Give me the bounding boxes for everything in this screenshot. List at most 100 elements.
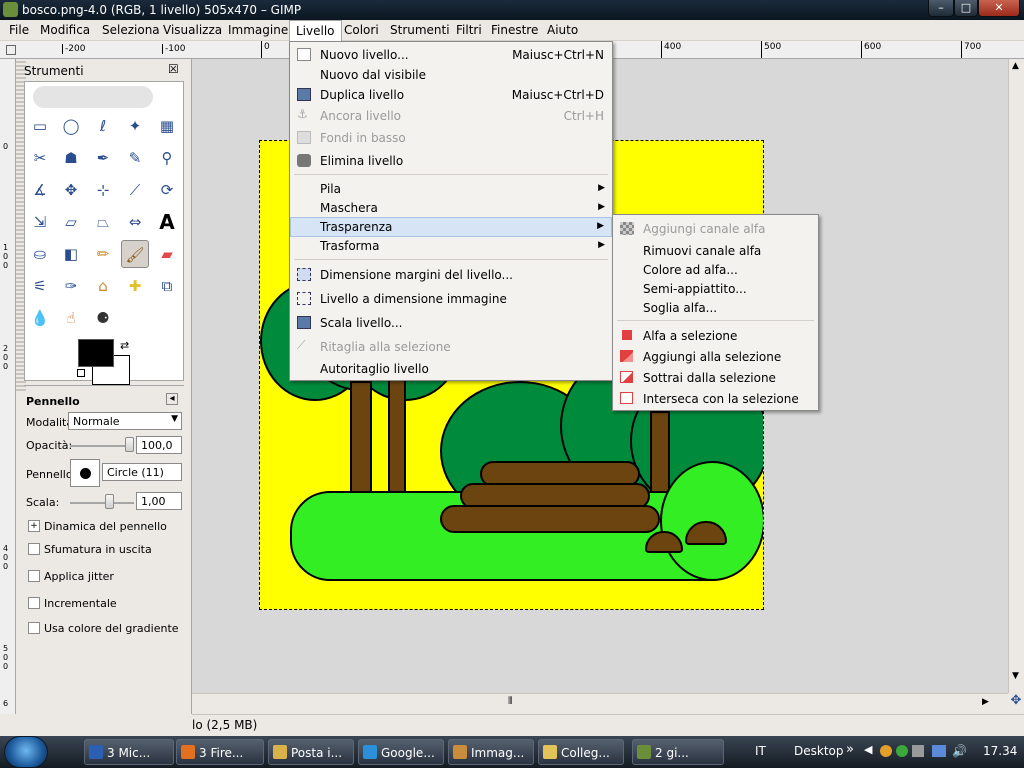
menu-immagine[interactable]: Immagine [228,23,288,37]
vertical-scrollbar[interactable]: ▲ ▼ [1008,59,1024,693]
blur-icon[interactable]: 💧 [26,304,54,332]
align-icon[interactable]: ⊹ [89,176,117,204]
use-gradient-checkbox[interactable] [28,622,40,634]
navigate-icon[interactable]: ✥ [1008,693,1024,713]
bucket-fill-icon[interactable]: ⛀ [26,240,54,268]
scale-field[interactable]: 1,00 [136,492,182,510]
minimize-button[interactable]: – [928,0,954,17]
taskbar-button-ie[interactable]: Google... [358,739,444,765]
smudge-icon[interactable]: ☝ [57,304,85,332]
color-picker-icon[interactable]: ✎ [121,144,149,172]
measure-icon[interactable]: ∡ [26,176,54,204]
menu-aiuto[interactable]: Aiuto [547,23,578,37]
perspective-icon[interactable]: ⏢ [89,208,117,236]
move-icon[interactable]: ✥ [57,176,85,204]
scroll-up-icon[interactable]: ▲ [1012,61,1019,71]
taskbar-button-gimp[interactable]: 2 gi... [632,739,724,765]
start-button[interactable] [4,736,48,768]
desktop-toolbar[interactable]: Desktop [794,744,844,758]
opacity-slider-knob[interactable] [125,437,134,452]
airbrush-icon[interactable]: ⚟ [26,272,54,300]
menu-item-ancora-livello[interactable]: ⚓ Ancora livello Ctrl+H [290,106,612,126]
language-indicator[interactable]: IT [755,744,766,758]
menu-colori[interactable]: Colori [344,23,379,37]
close-button[interactable]: ✕ [978,0,1020,17]
menu-item-duplica-livello[interactable]: Duplica livello Maiusc+Ctrl+D [290,85,612,105]
mode-select[interactable]: Normale ▼ [68,412,182,430]
blend-icon[interactable]: ◧ [57,240,85,268]
menu-item-elimina-livello[interactable]: Elimina livello [290,151,612,171]
volume-icon[interactable]: 🔊 [952,744,967,758]
taskbar-button-firefox[interactable]: 3 Fire... [176,739,264,765]
menu-item-trasforma[interactable]: Trasforma ▶ [290,236,612,256]
taskbar-button-folder[interactable]: Colleg... [538,739,624,765]
menu-item-dimensione-margini[interactable]: Dimensione margini del livello... [290,265,612,285]
menu-item-soglia-alfa[interactable]: Soglia alfa... [613,298,818,318]
ink-icon[interactable]: ✑ [57,272,85,300]
menu-livello[interactable]: Livello [289,20,342,41]
tray-app-icon[interactable] [880,745,892,757]
foreground-select-icon[interactable]: ☗ [57,144,85,172]
menu-file[interactable]: File [9,23,29,37]
menu-item-aggiungi-alla-selezione[interactable]: Aggiungi alla selezione [613,347,818,367]
opacity-field[interactable]: 100,0 [136,436,182,454]
flip-icon[interactable]: ⇔ [121,208,149,236]
toolbar-more-icon[interactable]: » [846,742,854,757]
paintbrush-icon[interactable]: 🖌 [121,240,149,268]
menu-item-scala-livello[interactable]: Scala livello... [290,313,612,333]
tray-app-icon[interactable] [896,745,908,757]
menu-item-nuovo-dal-visibile[interactable]: Nuovo dal visibile [290,65,612,85]
scissors-icon[interactable]: ✂ [26,144,54,172]
taskbar-button-image[interactable]: Immag... [448,739,534,765]
scroll-down-icon[interactable]: ▼ [1012,671,1019,681]
menu-item-aggiungi-canale-alfa[interactable]: Aggiungi canale alfa [613,219,818,239]
clone-icon[interactable]: ⌂ [89,272,117,300]
fuzzy-select-icon[interactable]: ✦ [121,112,149,140]
text-icon[interactable]: A [153,208,181,236]
menu-modifica[interactable]: Modifica [40,23,90,37]
menu-item-pila[interactable]: Pila ▶ [290,179,612,199]
menu-item-maschera[interactable]: Maschera ▶ [290,198,612,218]
shear-icon[interactable]: ▱ [57,208,85,236]
by-color-select-icon[interactable]: ▦ [153,112,181,140]
horizontal-scrollbar[interactable]: ⦀ ▶ [192,693,1008,713]
dodge-burn-icon[interactable]: ⚈ [89,304,117,332]
perspective-clone-icon[interactable]: ⧉ [153,272,181,300]
zoom-fit-button[interactable] [1004,41,1024,59]
menu-item-nuovo-livello[interactable]: Nuovo livello... Maiusc+Ctrl+N [290,45,612,65]
eraser-icon[interactable]: ▰ [153,240,181,268]
menu-item-livello-a-dimensione[interactable]: Livello a dimensione immagine [290,289,612,309]
menu-item-ritaglia[interactable]: ⟋ Ritaglia alla selezione [290,337,612,357]
menu-item-autoritaglio[interactable]: Autoritaglio livello [290,359,612,379]
options-menu-icon[interactable]: ◂ [166,393,178,405]
scale-icon[interactable]: ⇲ [26,208,54,236]
menu-visualizza[interactable]: Visualizza [163,23,222,37]
menu-filtri[interactable]: Filtri [456,23,482,37]
default-colors-icon[interactable] [77,369,85,377]
paths-icon[interactable]: ✒ [89,144,117,172]
menu-seleziona[interactable]: Seleziona [102,23,160,37]
brush-preview[interactable] [70,459,100,487]
menu-item-rimuovi-canale-alfa[interactable]: Rimuovi canale alfa [613,241,818,261]
rect-select-icon[interactable]: ▭ [26,112,54,140]
heal-icon[interactable]: ✚ [121,272,149,300]
menu-strumenti[interactable]: Strumenti [390,23,450,37]
tray-app-icon[interactable] [912,745,924,757]
crop-icon[interactable]: ⟋ [121,176,149,204]
scale-slider[interactable] [70,502,134,504]
menu-item-trasparenza[interactable]: Trasparenza ▶ [290,217,612,237]
taskbar-button-mail[interactable]: Posta i... [268,739,354,765]
menu-item-semi-appiattito[interactable]: Semi-appiattito... [613,279,818,299]
maximize-button[interactable]: □ [954,0,978,17]
rotate-icon[interactable]: ⟳ [153,176,181,204]
ellipse-select-icon[interactable]: ◯ [57,112,85,140]
menu-item-interseca-con-la-selezione[interactable]: Interseca con la selezione [613,389,818,409]
scroll-right-icon[interactable]: ▶ [982,697,989,707]
taskbar-button-word[interactable]: 3 Mic... [84,739,174,765]
clock[interactable]: 17.34 [983,744,1017,758]
close-icon[interactable]: ☒ [168,62,179,76]
menu-item-alfa-a-selezione[interactable]: Alfa a selezione [613,326,818,346]
swap-colors-icon[interactable]: ⇄ [120,339,129,352]
brush-name-field[interactable]: Circle (11) [102,463,182,481]
network-icon[interactable] [932,745,946,757]
